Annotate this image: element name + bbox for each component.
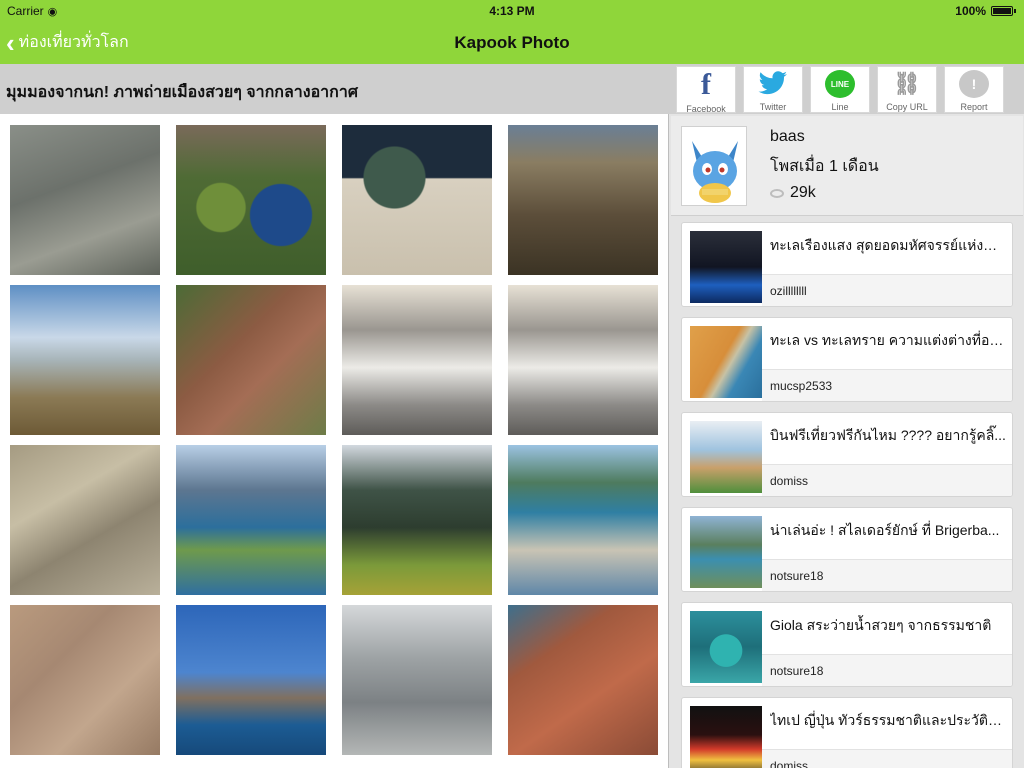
view-count: 29k	[790, 184, 816, 201]
related-post-title: Giola สระว่ายน้ำสวยๆ จากธรรมชาติ	[770, 617, 992, 633]
related-post-user: mucsp2533	[770, 379, 833, 393]
facebook-icon: f	[701, 68, 711, 101]
avatar	[681, 126, 747, 206]
related-post-card[interactable]: น่าเล่นอ่ะ ! สไลเดอร์ยักษ์ ที่ Brigerba.…	[681, 507, 1013, 592]
facebook-share-button[interactable]: f Facebook	[676, 66, 736, 114]
photo-thumbnail[interactable]	[508, 445, 658, 595]
top-bar: Carrier ◉ 4:13 PM 100% ‹ ท่องเที่ยวทั่วโ…	[0, 0, 1024, 64]
photo-thumbnail[interactable]	[10, 605, 160, 755]
status-time: 4:13 PM	[489, 4, 535, 18]
twitter-icon	[758, 70, 788, 98]
album-header: มุมมองจากนก! ภาพถ่ายเมืองสวยๆ จากกลางอาก…	[0, 64, 1024, 114]
battery-icon	[991, 6, 1013, 16]
battery-percent: 100%	[955, 4, 986, 18]
related-post-title: ทะเลเรืองแสง สุดยอดมหัศจรรย์แห่งคว...	[770, 237, 1006, 253]
nav-bar: ‹ ท่องเที่ยวทั่วโลก Kapook Photo	[0, 22, 1024, 64]
related-post-thumbnail	[690, 706, 762, 768]
photo-thumbnail[interactable]	[342, 445, 492, 595]
related-post-title: ไทเป ญี่ปุ่น ทัวร์ธรรมชาติและประวัติศา..…	[770, 712, 1006, 728]
photo-thumbnail[interactable]	[508, 285, 658, 435]
link-icon: ⛓	[893, 71, 921, 96]
photo-thumbnail[interactable]	[176, 605, 326, 755]
related-post-user: ozillllllll	[770, 284, 807, 298]
photo-thumbnail[interactable]	[342, 285, 492, 435]
photo-thumbnail[interactable]	[176, 285, 326, 435]
related-post-user: notsure18	[770, 569, 824, 583]
photo-grid	[0, 114, 668, 768]
related-post-thumbnail	[690, 611, 762, 683]
line-share-button[interactable]: LINE Line	[810, 66, 870, 113]
photo-thumbnail[interactable]	[10, 285, 160, 435]
related-post-card[interactable]: ไทเป ญี่ปุ่น ทัวร์ธรรมชาติและประวัติศา..…	[681, 697, 1013, 768]
related-post-thumbnail	[690, 231, 762, 303]
twitter-share-button[interactable]: Twitter	[743, 66, 803, 113]
related-post-card[interactable]: ทะเล vs ทะเลทราย ความแต่งต่างที่อยู่... …	[681, 317, 1013, 402]
related-post-thumbnail	[690, 421, 762, 493]
related-post-user: domiss	[770, 759, 809, 768]
related-post-user: domiss	[770, 474, 809, 488]
author-posted-time: โพสเมื่อ 1 เดือน	[770, 158, 879, 175]
report-button[interactable]: ! Report	[944, 66, 1004, 113]
photo-thumbnail[interactable]	[176, 445, 326, 595]
line-icon: LINE	[825, 70, 855, 98]
photo-thumbnail[interactable]	[10, 445, 160, 595]
related-post-card[interactable]: ทะเลเรืองแสง สุดยอดมหัศจรรย์แห่งคว... oz…	[681, 222, 1013, 307]
album-title: มุมมองจากนก! ภาพถ่ายเมืองสวยๆ จากกลางอาก…	[6, 84, 358, 101]
report-icon: !	[959, 70, 989, 98]
photo-thumbnail[interactable]	[508, 125, 658, 275]
photo-thumbnail[interactable]	[342, 125, 492, 275]
photo-thumbnail[interactable]	[342, 605, 492, 755]
related-post-title: ทะเล vs ทะเลทราย ความแต่งต่างที่อยู่...	[770, 332, 1006, 348]
author-name: baas	[770, 128, 805, 145]
side-panel: baas โพสเมื่อ 1 เดือน 29k ทะเลเรืองแสง ส…	[668, 114, 1024, 768]
photo-thumbnail[interactable]	[508, 605, 658, 755]
related-post-card[interactable]: บินฟรีเที่ยวฟรีกันไหม ???? อยากรู้คลิ๊..…	[681, 412, 1013, 497]
related-post-title: น่าเล่นอ่ะ ! สไลเดอร์ยักษ์ ที่ Brigerba.…	[770, 522, 1000, 538]
page-title: Kapook Photo	[454, 33, 570, 52]
author-card[interactable]: baas โพสเมื่อ 1 เดือน 29k	[671, 116, 1023, 216]
related-post-title: บินฟรีเที่ยวฟรีกันไหม ???? อยากรู้คลิ๊..…	[770, 427, 1006, 443]
related-post-user: notsure18	[770, 664, 824, 678]
copy-url-button[interactable]: ⛓ Copy URL	[877, 66, 937, 113]
photo-thumbnail[interactable]	[10, 125, 160, 275]
related-post-card[interactable]: Giola สระว่ายน้ำสวยๆ จากธรรมชาติ notsure…	[681, 602, 1013, 687]
related-post-thumbnail	[690, 516, 762, 588]
status-bar: Carrier ◉ 4:13 PM 100%	[0, 0, 1024, 22]
photo-thumbnail[interactable]	[176, 125, 326, 275]
eye-icon	[770, 188, 784, 198]
related-post-thumbnail	[690, 326, 762, 398]
